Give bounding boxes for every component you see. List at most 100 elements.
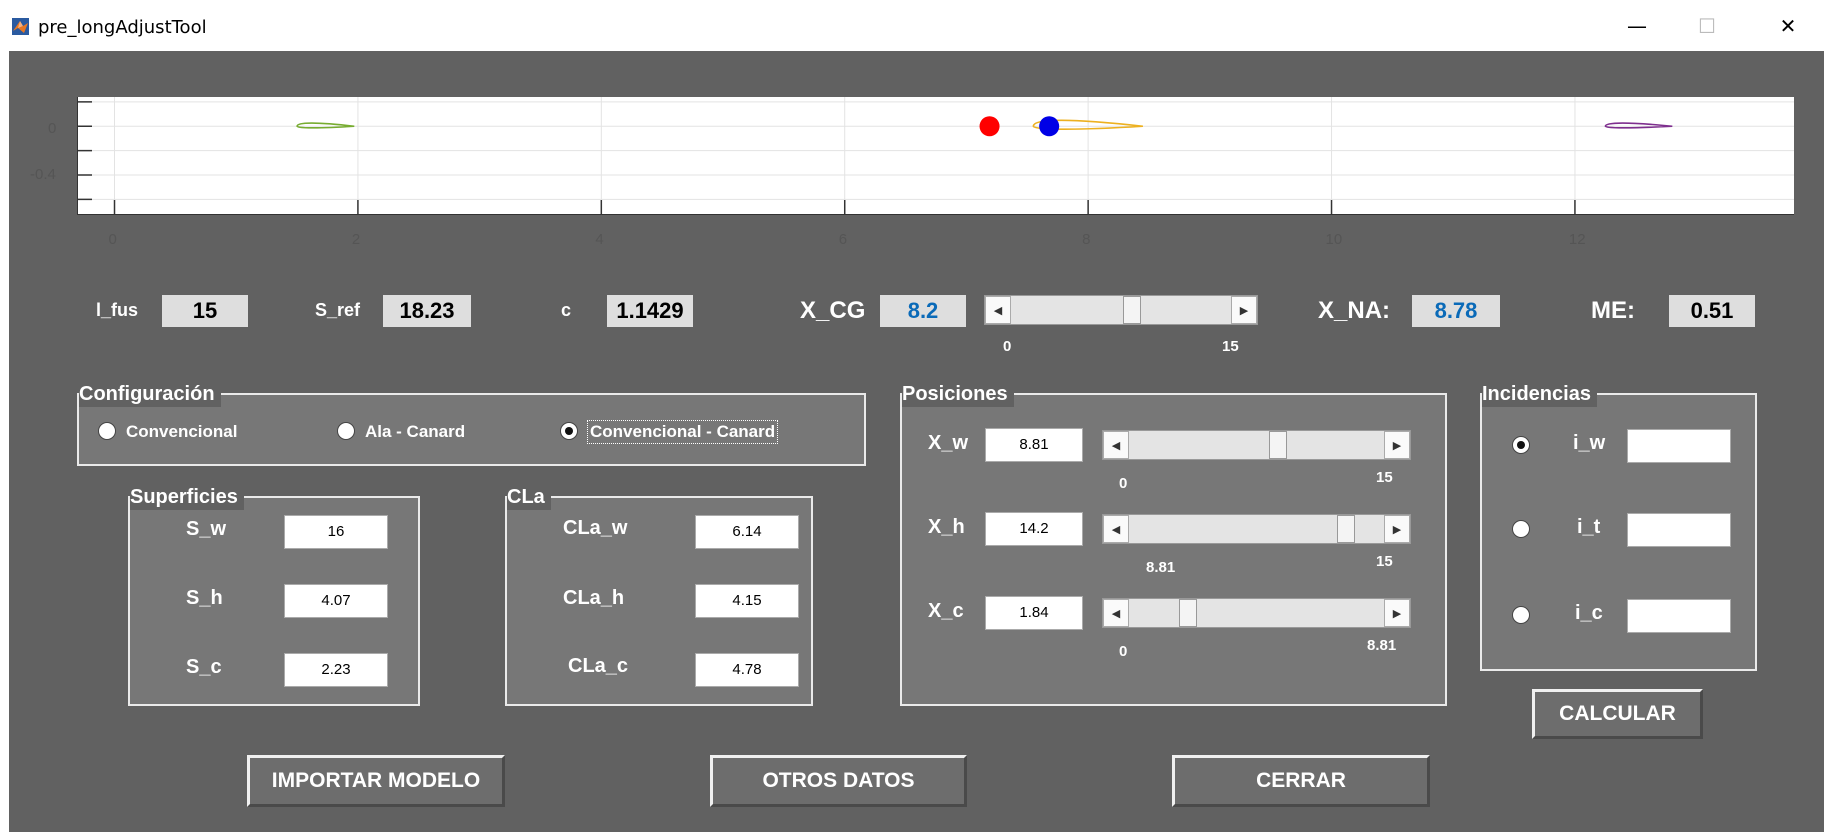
radio-convencional-canard-label[interactable]: Convencional - Canard [587,420,779,444]
close-button[interactable]: ✕ [1753,0,1823,51]
canard-airfoil [296,122,355,129]
xcg-value: 8.2 [880,295,966,327]
i-c-input[interactable] [1627,599,1731,633]
s-ref-label: S_ref [315,300,361,320]
radio-i-c[interactable] [1512,606,1530,624]
slider-left-arrow-icon[interactable]: ◀ [985,296,1011,324]
incidencias-panel-title: Incidencias [1482,381,1597,407]
maximize-icon: ☐ [1698,13,1716,38]
me-value: 0.51 [1669,295,1755,327]
radio-ala-canard-label[interactable]: Ala - Canard [365,422,465,442]
maximize-button[interactable]: ☐ [1672,0,1742,51]
xcg-slider[interactable]: ◀ ▶ [984,295,1258,325]
s-h-label: S_h [186,587,223,609]
plot-canvas [78,97,1794,214]
pos-row-slider[interactable]: ◀ ▶ [1102,430,1411,460]
slider-left-arrow-icon[interactable]: ◀ [1103,431,1129,459]
s-c-input[interactable]: 2.23 [284,653,388,687]
xcg-slider-min: 0 [1003,338,1012,355]
slider-right-arrow-icon[interactable]: ▶ [1384,599,1410,627]
calcular-button[interactable]: CALCULAR [1532,689,1703,739]
slider-right-arrow-icon[interactable]: ▶ [1384,515,1410,543]
s-h-input[interactable]: 4.07 [284,584,388,618]
l-fus-value: 15 [162,295,248,327]
radio-ala-canard[interactable] [337,422,355,440]
pos-row-input[interactable]: 1.84 [985,596,1083,630]
x-tick-label: 6 [838,231,848,248]
c-label: c [561,300,572,320]
cla-c-input[interactable]: 4.78 [695,653,799,687]
x-tick-label: 4 [595,231,604,248]
radio-i-w[interactable] [1512,436,1530,454]
pos-row-slider-min: 0 [1119,643,1128,660]
close-icon: ✕ [1779,13,1797,38]
slider-thumb[interactable] [1337,515,1356,543]
i-w-label: i_w [1573,432,1606,454]
pos-row-slider[interactable]: ◀ ▶ [1102,598,1411,628]
pos-row-slider-max: 8.81 [1367,637,1397,654]
cla-w-input[interactable]: 6.14 [695,515,799,549]
cla-c-label: CLa_c [568,655,629,677]
config-panel-title: Configuración [79,381,221,407]
s-w-input[interactable]: 16 [284,515,388,549]
xcg-label: X_CG [800,297,866,324]
radio-convencional-canard[interactable] [560,422,578,440]
radio-convencional[interactable] [98,422,116,440]
window-title: pre_longAdjustTool [38,17,207,38]
pos-row-slider[interactable]: ◀ ▶ [1102,514,1411,544]
slider-left-arrow-icon[interactable]: ◀ [1103,599,1129,627]
superficies-panel-title: Superficies [130,484,244,510]
slider-thumb[interactable] [1269,431,1288,459]
cerrar-button[interactable]: CERRAR [1172,755,1430,807]
pos-row-input[interactable]: 14.2 [985,512,1083,546]
slider-thumb[interactable] [1178,599,1197,627]
me-label: ME: [1591,297,1635,324]
l-fus-label: l_fus [96,300,139,320]
plot-axes [77,97,1794,215]
pos-row-label: X_w [928,432,969,454]
slider-right-arrow-icon[interactable]: ▶ [1231,296,1257,324]
tail-airfoil [1604,122,1673,129]
c-value: 1.1429 [607,295,693,327]
na-marker [1039,116,1060,137]
i-w-input[interactable] [1627,429,1731,463]
pos-row-input[interactable]: 8.81 [985,428,1083,462]
cla-panel-title: CLa [507,484,551,510]
pos-row-slider-max: 15 [1376,553,1393,570]
slider-right-arrow-icon[interactable]: ▶ [1384,431,1410,459]
x-tick-label: 2 [351,231,361,248]
x-tick-label: 10 [1325,231,1343,248]
minimize-icon: — [1627,13,1647,38]
s-w-label: S_w [186,518,227,540]
xna-value: 8.78 [1412,295,1500,327]
radio-convencional-label[interactable]: Convencional [126,422,237,442]
minimize-button[interactable]: — [1602,0,1672,51]
radio-i-t[interactable] [1512,520,1530,538]
i-t-input[interactable] [1627,513,1731,547]
xcg-slider-max: 15 [1222,338,1239,355]
otros-datos-button[interactable]: OTROS DATOS [710,755,967,807]
xna-label: X_NA: [1318,297,1391,324]
matlab-app-icon [12,18,29,35]
cla-w-label: CLa_w [563,517,628,539]
x-tick-label: 0 [108,231,117,248]
pos-row-label: X_c [928,600,964,622]
cg-marker [979,116,1000,137]
x-tick-label: 8 [1082,231,1091,248]
s-c-label: S_c [186,656,222,678]
pos-row-slider-min: 8.81 [1146,559,1176,576]
title-bar: pre_longAdjustTool — ☐ ✕ [0,0,1824,51]
pos-row-slider-min: 0 [1119,475,1128,492]
i-t-label: i_t [1577,516,1601,538]
importar-modelo-button[interactable]: IMPORTAR MODELO [247,755,505,807]
slider-thumb[interactable] [1122,296,1141,324]
y-tick-label: 0 [48,120,57,137]
pos-row-label: X_h [928,516,965,538]
cla-h-input[interactable]: 4.15 [695,584,799,618]
slider-left-arrow-icon[interactable]: ◀ [1103,515,1129,543]
posiciones-panel-title: Posiciones [902,381,1014,407]
pos-row-slider-max: 15 [1376,469,1393,486]
cla-h-label: CLa_h [563,587,625,609]
s-ref-value: 18.23 [383,295,471,327]
y-tick-label: -0.4 [30,166,56,183]
